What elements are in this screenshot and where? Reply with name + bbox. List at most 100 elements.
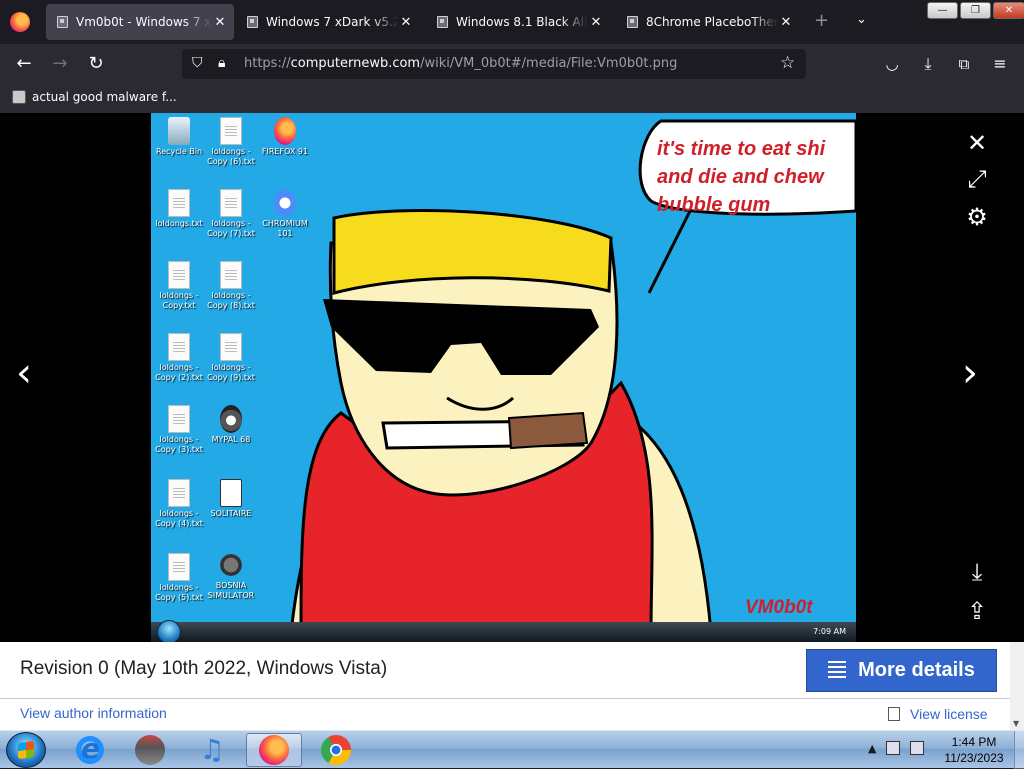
star-icon[interactable]: ☆ bbox=[780, 53, 795, 73]
tab-title: 8Chrome PlaceboTheme bbox=[646, 15, 778, 29]
artist-signature: VM0b0t bbox=[745, 597, 813, 618]
download-icon[interactable]: ⤓ bbox=[916, 52, 940, 76]
previous-image-button[interactable]: ‹ bbox=[16, 353, 32, 393]
revision-title: Revision 0 (May 10th 2022, Windows Vista… bbox=[20, 658, 388, 679]
text-file-icon: loldongs - Copy (6).txt bbox=[203, 117, 259, 167]
vm-screenshot-image[interactable]: it's time to eat shi and die and chew bu… bbox=[151, 113, 856, 642]
text-file-icon: loldongs - Copy.txt bbox=[151, 261, 207, 311]
tab-favicon-icon bbox=[246, 16, 258, 28]
taskbar-chrome[interactable] bbox=[308, 733, 364, 767]
view-license-label: View license bbox=[910, 706, 988, 722]
tab-close-icon[interactable]: ✕ bbox=[212, 15, 228, 30]
text-file-icon: loldongs - Copy (7).txt bbox=[203, 189, 259, 239]
tab-title: Windows 7 xDark v5.2 RG bbox=[266, 15, 398, 29]
tab-favicon-icon bbox=[436, 16, 448, 28]
list-all-tabs-button[interactable]: ⌄ bbox=[856, 12, 867, 27]
more-details-label: More details bbox=[858, 659, 975, 681]
vista-start-orb-icon bbox=[157, 620, 181, 642]
window-controls: — ❐ ✕ bbox=[925, 2, 1024, 19]
url-bar[interactable]: ⛉ 🔒︎ https://computernewb.com/wiki/VM_0b… bbox=[182, 49, 806, 79]
tab-strip: Vm0b0t - Windows 7 xDark ✕ Windows 7 xDa… bbox=[0, 0, 1024, 44]
recycle-bin-icon: Recycle Bin bbox=[151, 117, 207, 157]
taskbar-internet-explorer[interactable] bbox=[62, 732, 118, 767]
settings-gear-icon[interactable]: ⚙ bbox=[964, 203, 990, 231]
navigation-toolbar: ← → ↻ ⛉ 🔒︎ https://computernewb.com/wiki… bbox=[0, 44, 1024, 84]
windows-taskbar: ♫ ▲ 1:44 PM 11/23/2023 bbox=[0, 730, 1024, 769]
bookmarks-toolbar: actual good malware f... bbox=[0, 84, 1024, 113]
more-details-button[interactable]: More details bbox=[806, 649, 997, 692]
speech-bubble-text: it's time to eat shi and die and chew bu… bbox=[657, 138, 826, 216]
new-tab-button[interactable]: + bbox=[814, 10, 829, 31]
minimize-button[interactable]: — bbox=[927, 2, 958, 19]
divider bbox=[0, 698, 1010, 699]
show-desktop-button[interactable] bbox=[1014, 731, 1024, 769]
view-license-link[interactable]: View license bbox=[888, 706, 988, 722]
text-file-icon: loldongs - Copy (5).txt bbox=[151, 553, 207, 603]
firefox-icon bbox=[259, 735, 289, 765]
tab-windows7-xdark[interactable]: Windows 7 xDark v5.2 RG ✕ bbox=[236, 4, 420, 40]
share-button[interactable]: ⇪ bbox=[964, 597, 990, 625]
tab-close-icon[interactable]: ✕ bbox=[398, 15, 414, 30]
lock-icon[interactable]: 🔒︎ bbox=[218, 55, 225, 71]
media-info-panel: Revision 0 (May 10th 2022, Windows Vista… bbox=[0, 642, 1010, 730]
taskbar-firefox[interactable] bbox=[246, 733, 302, 767]
tab-windows81-black-alien[interactable]: Windows 8.1 Black Alien ✕ bbox=[426, 4, 610, 40]
tray-expand-chevron-icon[interactable]: ▲ bbox=[868, 742, 876, 755]
scroll-down-arrow-icon[interactable]: ▼ bbox=[1013, 719, 1019, 728]
view-author-link[interactable]: View author information bbox=[20, 705, 167, 721]
itunes-icon: ♫ bbox=[199, 733, 225, 766]
mypal-shortcut-icon: MYPAL 68 bbox=[203, 405, 259, 445]
chrome-icon bbox=[321, 735, 351, 765]
text-file-icon: loldongs - Copy (8).txt bbox=[203, 261, 259, 311]
tab-title: Windows 8.1 Black Alien bbox=[456, 15, 588, 29]
back-button[interactable]: ← bbox=[12, 52, 36, 76]
chromium-shortcut-icon: CHROMIUM 101 bbox=[257, 189, 313, 239]
firefox-shortcut-icon: FIREFOX 91 bbox=[257, 117, 313, 157]
volume-muted-icon[interactable] bbox=[910, 741, 925, 755]
start-orb-button[interactable] bbox=[6, 732, 46, 768]
clock-date: 11/23/2023 bbox=[944, 751, 1004, 765]
forward-button[interactable]: → bbox=[48, 52, 72, 76]
maximize-button[interactable]: ❐ bbox=[960, 2, 991, 19]
tab-close-icon[interactable]: ✕ bbox=[778, 15, 794, 30]
tab-favicon-icon bbox=[56, 16, 68, 28]
vista-clock: 7:09 AM bbox=[813, 627, 846, 636]
pocket-icon[interactable]: ◡ bbox=[880, 52, 904, 76]
text-file-icon: loldongs - Copy (3).txt bbox=[151, 405, 207, 455]
internet-explorer-icon bbox=[75, 732, 105, 765]
page-scrollbar[interactable]: ▼ bbox=[1010, 642, 1024, 730]
reload-button[interactable]: ↻ bbox=[84, 52, 108, 76]
taskbar-winamp[interactable] bbox=[122, 733, 178, 767]
firefox-menu-icon[interactable] bbox=[10, 12, 30, 32]
bookmark-favicon-icon bbox=[12, 90, 26, 104]
text-file-icon: loldongs - Copy (9).txt bbox=[203, 333, 259, 383]
solitaire-shortcut-icon: SOLITAIRE bbox=[203, 479, 259, 519]
url-text[interactable]: https://computernewb.com/wiki/VM_0b0t#/m… bbox=[244, 56, 677, 71]
network-icon[interactable] bbox=[886, 741, 901, 755]
text-file-icon: loldongs - Copy (4).txt bbox=[151, 479, 207, 529]
text-file-icon: loldongs.txt bbox=[151, 189, 207, 229]
taskbar-itunes[interactable]: ♫ bbox=[184, 733, 240, 767]
media-viewer: ‹ › ✕ ⤢ ⚙ ⤓ ⇪ it's time to eat shi and d… bbox=[0, 113, 1024, 642]
system-tray: ▲ bbox=[868, 741, 925, 755]
tab-8chrome-placebo[interactable]: 8Chrome PlaceboTheme ✕ bbox=[616, 4, 800, 40]
text-file-icon: loldongs - Copy (2).txt bbox=[151, 333, 207, 383]
tracking-shield-icon[interactable]: ⛉ bbox=[192, 55, 203, 71]
system-clock[interactable]: 1:44 PM 11/23/2023 bbox=[944, 734, 1004, 766]
hamburger-icon[interactable]: ≡ bbox=[988, 52, 1012, 76]
tab-close-icon[interactable]: ✕ bbox=[588, 15, 604, 30]
bookmark-item[interactable]: actual good malware f... bbox=[12, 90, 177, 104]
tab-favicon-icon bbox=[626, 16, 638, 28]
close-window-button[interactable]: ✕ bbox=[993, 2, 1024, 19]
fullscreen-button[interactable]: ⤢ bbox=[964, 165, 990, 193]
tab-vm0b0t[interactable]: Vm0b0t - Windows 7 xDark ✕ bbox=[46, 4, 234, 40]
vista-taskbar: 7:09 AM bbox=[151, 620, 856, 642]
next-image-button[interactable]: › bbox=[962, 353, 978, 393]
clock-time: 1:44 PM bbox=[951, 735, 997, 749]
tab-title: Vm0b0t - Windows 7 xDark bbox=[76, 15, 212, 29]
download-image-button[interactable]: ⤓ bbox=[964, 558, 990, 586]
puzzle-icon[interactable]: ⧉ bbox=[952, 52, 976, 76]
bosnia-simulator-shortcut-icon: BOSNIA SIMULATOR bbox=[203, 551, 259, 601]
close-viewer-button[interactable]: ✕ bbox=[964, 129, 990, 157]
details-list-icon bbox=[828, 660, 847, 681]
